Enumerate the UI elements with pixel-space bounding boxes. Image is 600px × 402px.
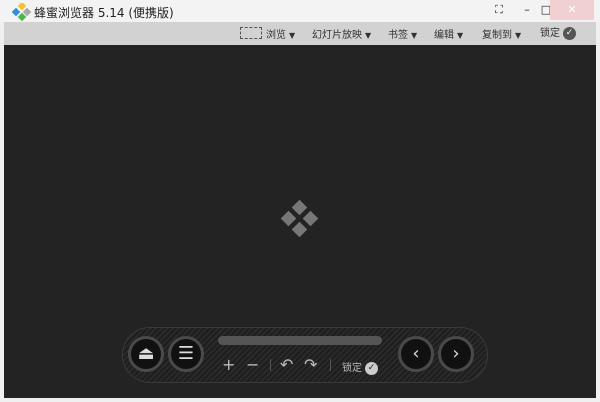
lock-label: 锁定 — [540, 28, 560, 39]
zoom-in-button[interactable]: + — [222, 355, 235, 374]
browse-label: 浏览 — [266, 30, 286, 41]
copy-to-menu[interactable]: 复制到 ▼ — [482, 26, 521, 41]
title-bar: 蜂蜜浏览器 5.14 (便携版) ⛶ – □ ✕ — [0, 0, 600, 22]
previous-button[interactable]: ‹ — [398, 336, 434, 372]
menu-button[interactable]: ☰ — [168, 336, 204, 372]
dropdown-arrow-icon: ▼ — [289, 31, 296, 40]
zoom-out-button[interactable]: − — [246, 355, 259, 374]
window-title: 蜂蜜浏览器 5.14 (便携版) — [34, 6, 174, 20]
minimize-button[interactable]: – — [514, 0, 540, 20]
rotate-right-button[interactable]: ↷ — [304, 355, 317, 374]
edit-label: 编辑 — [434, 30, 454, 41]
progress-slider[interactable] — [218, 336, 382, 345]
view-frame-icon — [240, 27, 262, 39]
dropdown-arrow-icon: ▼ — [515, 31, 522, 40]
bookmarks-menu[interactable]: 书签 ▼ — [388, 26, 417, 41]
slideshow-label: 幻灯片放映 — [312, 30, 362, 41]
dropdown-arrow-icon: ▼ — [457, 31, 464, 40]
next-button[interactable]: › — [438, 336, 474, 372]
fullscreen-button[interactable]: ⛶ — [486, 0, 512, 20]
toolbar: 浏览 ▼ 幻灯片放映 ▼ 书签 ▼ 编辑 ▼ 复制到 ▼ 锁定 ✓ — [4, 22, 596, 45]
lock-toggle[interactable]: 锁定 ✓ — [342, 359, 378, 375]
eject-button[interactable]: ⏏ — [128, 336, 164, 372]
lock-label: 锁定 — [342, 363, 362, 374]
separator — [330, 359, 331, 371]
lock-toggle[interactable]: 锁定 ✓ — [540, 24, 576, 40]
placeholder-logo-icon — [280, 200, 319, 238]
rotate-left-button[interactable]: ↶ — [280, 355, 293, 374]
check-icon: ✓ — [365, 361, 378, 375]
separator — [270, 359, 271, 371]
dropdown-arrow-icon: ▼ — [411, 31, 418, 40]
browse-menu[interactable]: 浏览 ▼ — [266, 26, 295, 41]
check-icon: ✓ — [563, 26, 576, 40]
copy-to-label: 复制到 — [482, 30, 512, 41]
edit-menu[interactable]: 编辑 ▼ — [434, 26, 463, 41]
close-button[interactable]: ✕ — [550, 0, 594, 20]
dropdown-arrow-icon: ▼ — [365, 31, 372, 40]
bookmarks-label: 书签 — [388, 30, 408, 41]
slideshow-menu[interactable]: 幻灯片放映 ▼ — [312, 26, 371, 41]
app-logo-icon — [11, 3, 32, 21]
control-bar: ⏏ ☰ + − ↶ ↷ 锁定 ✓ ‹ › — [122, 327, 488, 383]
